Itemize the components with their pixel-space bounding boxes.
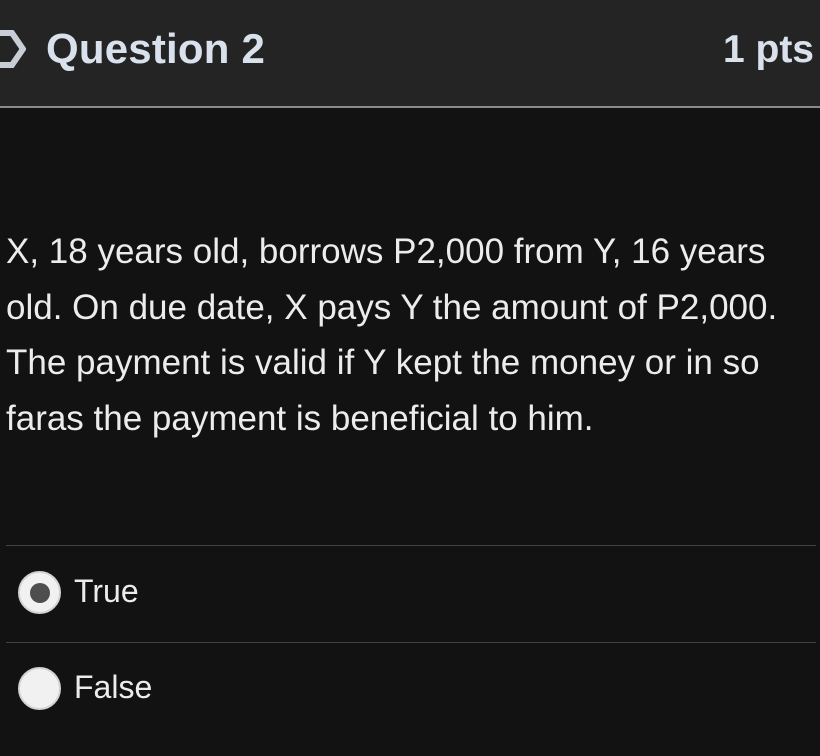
answer-option-false[interactable]: False	[18, 666, 808, 714]
flag-icon[interactable]	[0, 29, 26, 69]
answer-label-true[interactable]: True	[74, 570, 139, 612]
answer-label-false[interactable]: False	[74, 666, 152, 708]
radio-button-true[interactable]	[18, 571, 61, 614]
answer-divider-top	[6, 545, 816, 546]
question-text: X, 18 years old, borrows P2,000 from Y, …	[6, 232, 778, 438]
answer-option-true[interactable]: True	[18, 570, 808, 618]
question-title: Question 2	[46, 25, 266, 72]
question-points: 1 pts	[722, 28, 814, 71]
radio-button-false[interactable]	[18, 667, 61, 710]
answer-divider-middle	[6, 642, 816, 643]
question-header: Question 2 1 pts	[0, 0, 820, 108]
